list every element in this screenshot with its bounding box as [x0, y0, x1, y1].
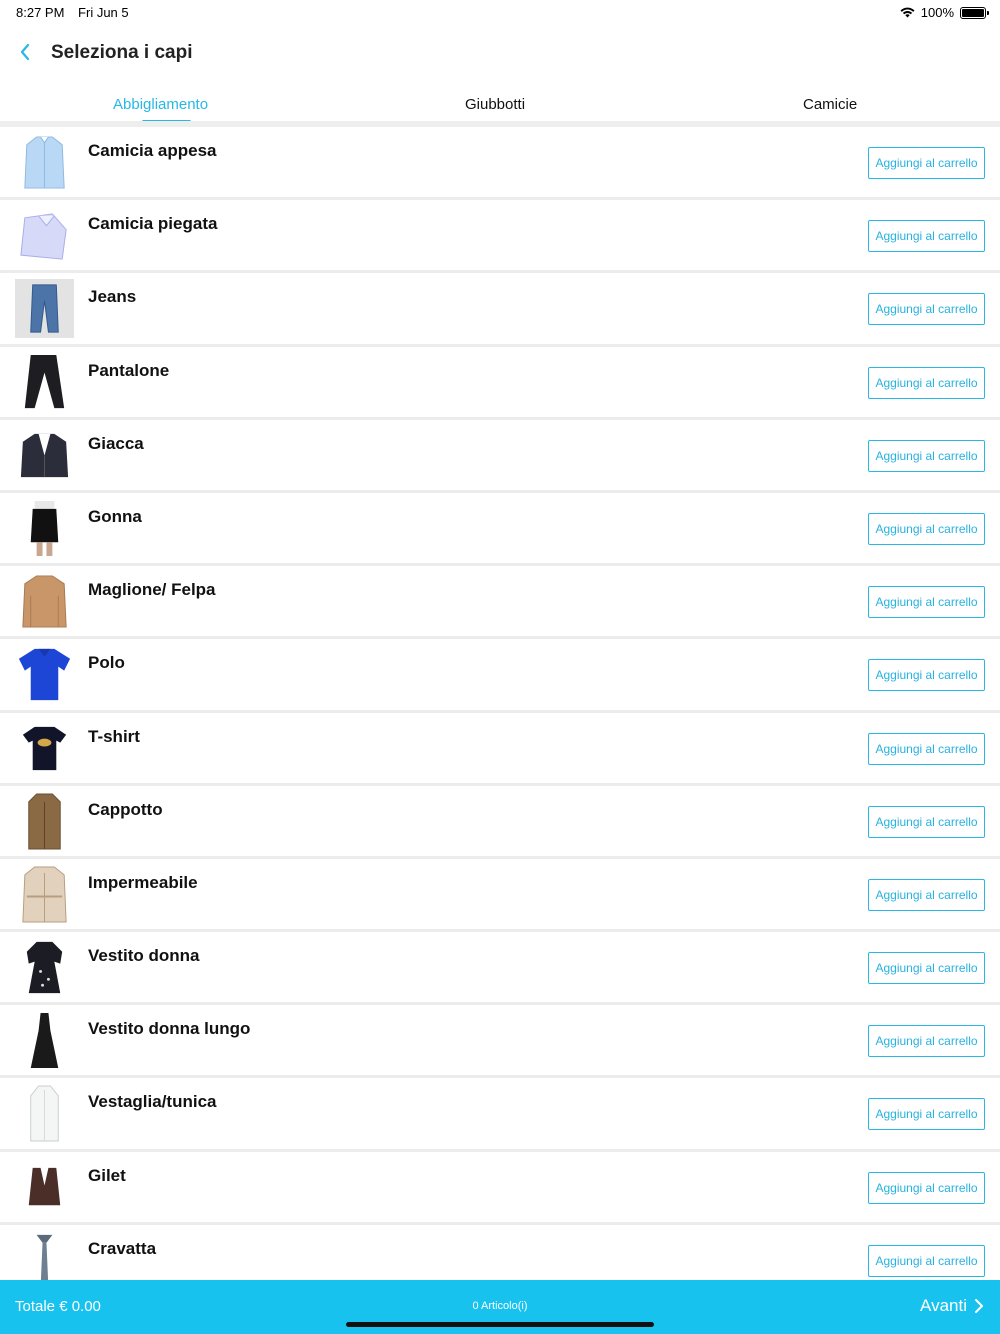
tab-abbigliamento[interactable]: Abbigliamento [113, 96, 208, 113]
folded-shirt-icon [15, 206, 74, 265]
garment-list[interactable]: Camicia appesa Aggiungi al carrello Cami… [0, 127, 1000, 1280]
list-item: Vestaglia/tunica Aggiungi al carrello [0, 1078, 1000, 1152]
add-to-cart-button[interactable]: Aggiungi al carrello [868, 293, 985, 326]
add-to-cart-button[interactable]: Aggiungi al carrello [868, 220, 985, 253]
add-to-cart-button[interactable]: Aggiungi al carrello [868, 1171, 985, 1204]
tie-icon [15, 1231, 74, 1280]
trench-coat-icon [15, 865, 74, 924]
page-title: Seleziona i capi [51, 42, 193, 63]
tab-giubbotti[interactable]: Giubbotti [465, 96, 525, 113]
cart-footer: Totale € 0.00 0 Articolo(i) Avanti [0, 1280, 1000, 1334]
item-name: Pantalone [88, 360, 170, 380]
item-name: Gilet [88, 1165, 126, 1185]
vest-icon [15, 1158, 74, 1217]
add-to-cart-button[interactable]: Aggiungi al carrello [868, 659, 985, 692]
battery-percent: 100% [920, 5, 954, 20]
item-name: Cappotto [88, 799, 163, 819]
list-item: Gonna Aggiungi al carrello [0, 492, 1000, 567]
next-button-label: Avanti [920, 1296, 967, 1315]
dress-icon [15, 938, 74, 997]
add-to-cart-button[interactable]: Aggiungi al carrello [868, 1098, 985, 1131]
list-item: T-shirt Aggiungi al carrello [0, 712, 1000, 786]
add-to-cart-button[interactable]: Aggiungi al carrello [868, 1025, 985, 1058]
add-to-cart-button[interactable]: Aggiungi al carrello [868, 586, 985, 619]
list-item: Vestito donna Aggiungi al carrello [0, 932, 1000, 1006]
add-to-cart-button[interactable]: Aggiungi al carrello [868, 878, 985, 911]
navigation-bar: Seleziona i capi [0, 30, 1000, 78]
add-to-cart-button[interactable]: Aggiungi al carrello [868, 732, 985, 765]
item-name: Giacca [88, 433, 144, 453]
category-tabs: Abbigliamento Giubbotti Camicie [0, 84, 1000, 124]
status-time: 8:27 PM [16, 5, 65, 20]
cart-item-count: 0 Articolo(i) [472, 1300, 528, 1312]
add-to-cart-button[interactable]: Aggiungi al carrello [868, 1244, 985, 1277]
item-name: Vestito donna [88, 946, 200, 966]
tab-camicie[interactable]: Camicie [803, 96, 857, 113]
sweater-icon [15, 572, 74, 631]
list-item: Cappotto Aggiungi al carrello [0, 785, 1000, 859]
add-to-cart-button[interactable]: Aggiungi al carrello [868, 805, 985, 838]
add-to-cart-button[interactable]: Aggiungi al carrello [868, 147, 985, 179]
item-name: Vestaglia/tunica [88, 1092, 217, 1112]
item-name: Jeans [88, 287, 137, 307]
list-item: Maglione/ Felpa Aggiungi al carrello [0, 566, 1000, 640]
list-item: Pantalone Aggiungi al carrello [0, 346, 1000, 420]
item-name: Polo [88, 653, 125, 673]
coat-icon [15, 792, 74, 851]
tunic-icon [15, 1084, 74, 1143]
list-item: Camicia piegata Aggiungi al carrello [0, 200, 1000, 274]
list-item: Vestito donna lungo Aggiungi al carrello [0, 1005, 1000, 1079]
item-name: Cravatta [88, 1238, 157, 1258]
item-name: Gonna [88, 506, 142, 526]
add-to-cart-button[interactable]: Aggiungi al carrello [868, 439, 985, 472]
long-dress-icon [15, 1011, 74, 1070]
add-to-cart-button[interactable]: Aggiungi al carrello [868, 952, 985, 985]
list-item: Cravatta Aggiungi al carrello [0, 1224, 1000, 1280]
status-date: Fri Jun 5 [78, 5, 129, 20]
list-item: Giacca Aggiungi al carrello [0, 419, 1000, 493]
item-name: Camicia appesa [88, 141, 217, 160]
add-to-cart-button[interactable]: Aggiungi al carrello [868, 512, 985, 545]
list-item: Camicia appesa Aggiungi al carrello [0, 127, 1000, 201]
wifi-icon [900, 7, 915, 18]
add-to-cart-button[interactable]: Aggiungi al carrello [868, 366, 985, 399]
tshirt-icon [15, 719, 74, 778]
item-name: T-shirt [88, 726, 140, 746]
item-name: Maglione/ Felpa [88, 580, 216, 600]
item-name: Impermeabile [88, 872, 198, 892]
home-indicator[interactable] [346, 1322, 654, 1327]
hanging-shirt-icon [15, 133, 74, 192]
battery-icon [960, 6, 989, 19]
chevron-left-icon[interactable] [14, 40, 38, 64]
list-item: Gilet Aggiungi al carrello [0, 1151, 1000, 1225]
jeans-icon [15, 279, 74, 339]
list-item: Jeans Aggiungi al carrello [0, 273, 1000, 347]
chevron-right-icon [975, 1299, 983, 1313]
trousers-icon [15, 353, 74, 412]
next-button[interactable]: Avanti [920, 1296, 985, 1316]
status-bar: 8:27 PM Fri Jun 5 100% [0, 0, 1000, 24]
item-name: Vestito donna lungo [88, 1019, 251, 1039]
list-item: Impermeabile Aggiungi al carrello [0, 858, 1000, 933]
list-item: Polo Aggiungi al carrello [0, 639, 1000, 713]
jacket-icon [15, 426, 74, 485]
skirt-icon [15, 499, 74, 558]
item-name: Camicia piegata [88, 214, 218, 234]
polo-icon [15, 645, 74, 704]
